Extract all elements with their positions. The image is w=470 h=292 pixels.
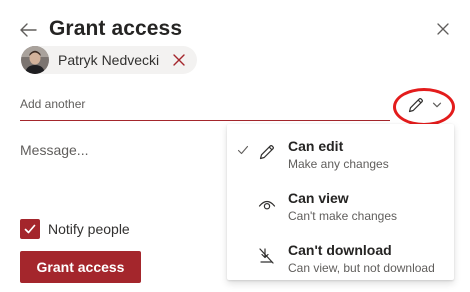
pencil-icon xyxy=(259,145,274,160)
eye-icon xyxy=(258,200,276,210)
remove-recipient-button[interactable] xyxy=(171,52,187,68)
menu-item-title: Can view xyxy=(288,190,349,206)
chevron-down-icon xyxy=(432,102,442,108)
avatar xyxy=(21,46,49,74)
message-field[interactable] xyxy=(20,142,220,202)
close-icon xyxy=(173,54,185,66)
menu-item-title: Can edit xyxy=(288,138,344,154)
arrow-left-icon xyxy=(20,23,37,37)
input-underline xyxy=(20,120,390,121)
menu-item-cant-download[interactable]: Can't download Can view, but not downloa… xyxy=(227,232,454,284)
menu-item-description: Can't make changes xyxy=(288,209,398,223)
close-icon xyxy=(437,23,449,35)
pencil-icon xyxy=(408,98,423,113)
menu-item-title: Can't download xyxy=(288,242,392,258)
menu-item-description: Make any changes xyxy=(288,157,389,171)
close-button[interactable] xyxy=(434,20,452,38)
menu-item-description: Can view, but not download xyxy=(288,261,435,275)
checkmark-icon xyxy=(237,145,249,155)
menu-item-can-view[interactable]: Can view Can't make changes xyxy=(227,180,454,232)
checkbox-checked[interactable] xyxy=(20,219,40,239)
recipient-name: Patryk Nedvecki xyxy=(58,52,160,68)
grant-access-button[interactable]: Grant access xyxy=(20,251,141,283)
notify-people-label: Notify people xyxy=(48,221,130,237)
menu-item-can-edit[interactable]: Can edit Make any changes xyxy=(227,128,454,180)
permission-dropdown-button[interactable] xyxy=(396,92,452,118)
recipient-chip[interactable]: Patryk Nedvecki xyxy=(21,46,197,74)
checkmark-icon xyxy=(24,224,36,234)
permission-menu: Can edit Make any changes Can view Can't… xyxy=(227,124,454,280)
dialog-title: Grant access xyxy=(49,17,183,40)
notify-people-checkbox[interactable]: Notify people xyxy=(20,219,130,239)
back-button[interactable] xyxy=(16,18,40,42)
no-download-icon xyxy=(259,248,274,264)
add-recipient-input[interactable] xyxy=(20,92,388,116)
